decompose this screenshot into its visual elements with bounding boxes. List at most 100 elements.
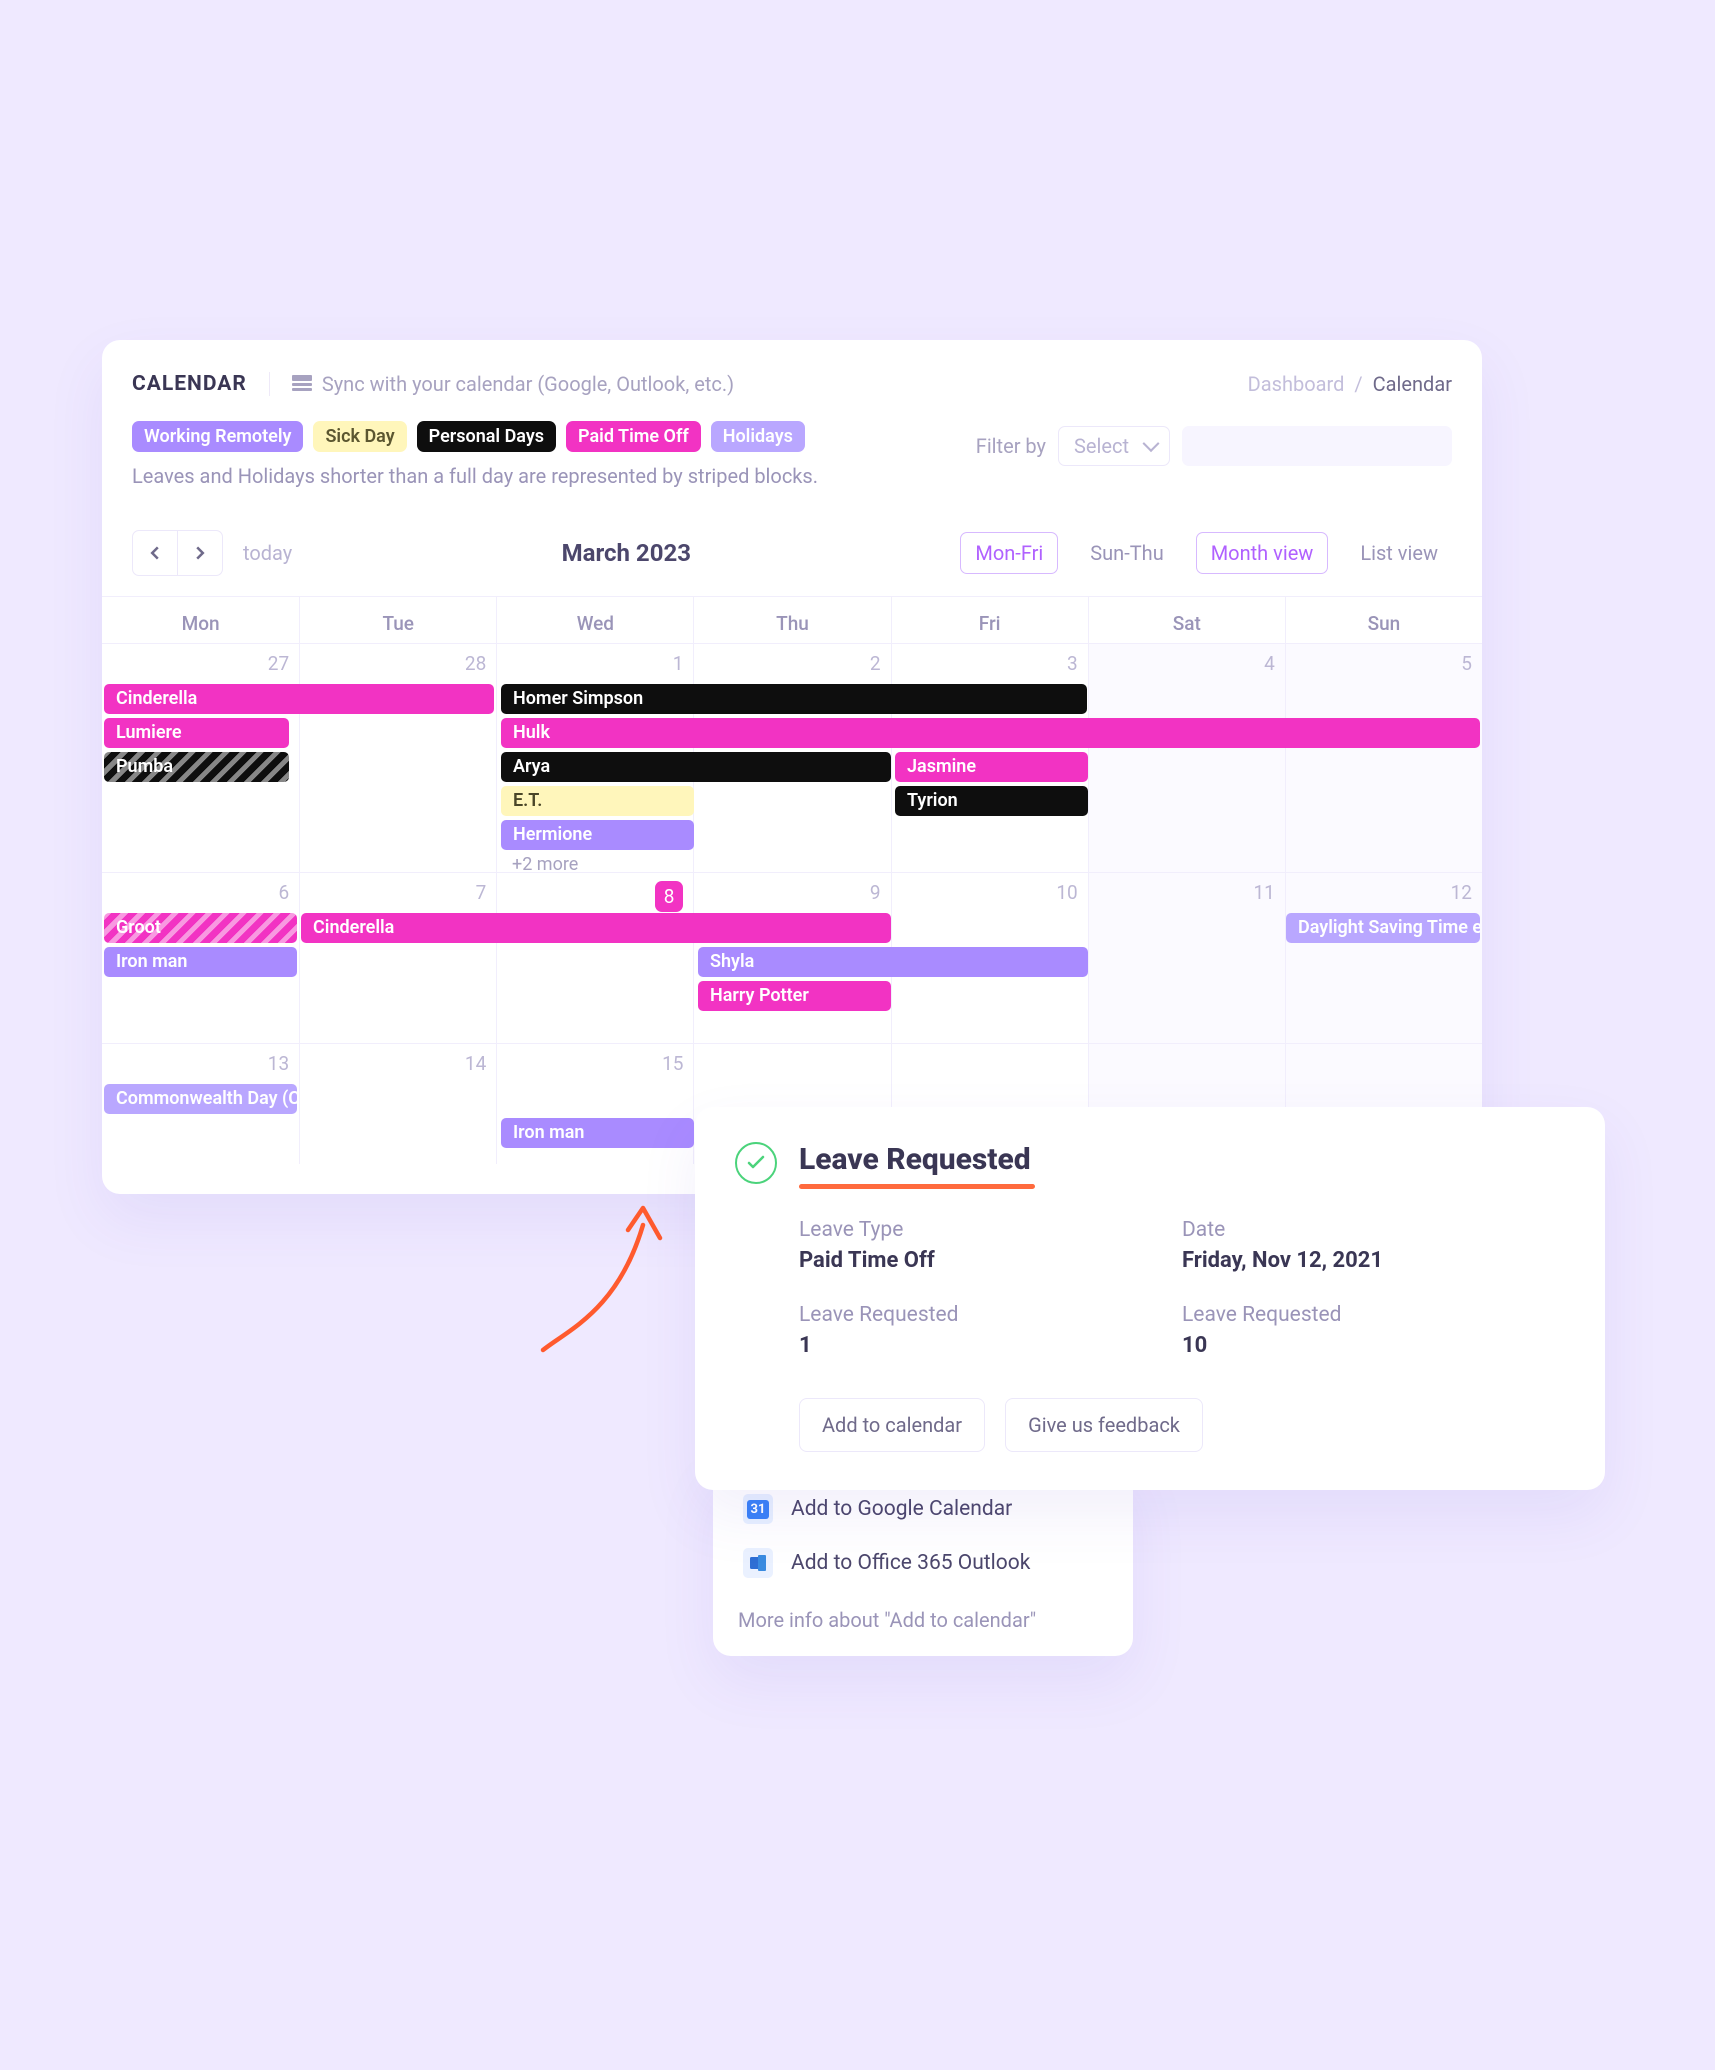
add-to-calendar-button[interactable]: Add to calendar: [799, 1398, 985, 1452]
sync-label: Sync with your calendar (Google, Outlook…: [322, 372, 734, 396]
month-nav: [132, 530, 223, 576]
week-row-1: 27 28 1 2 3 4 5 Cinderella Lumiere Pumba…: [102, 643, 1482, 872]
event-pumba[interactable]: Pumba: [104, 752, 289, 782]
leave-type-value: Paid Time Off: [799, 1248, 1182, 1273]
day-number: 4: [1264, 652, 1275, 675]
view-month[interactable]: Month view: [1196, 532, 1329, 574]
more-events-link[interactable]: +2 more: [512, 854, 578, 875]
event-homer[interactable]: Homer Simpson: [501, 684, 1087, 714]
event-tyrion[interactable]: Tyrion: [895, 786, 1088, 816]
event-dst[interactable]: Daylight Saving Time e: [1286, 913, 1480, 943]
filter-select[interactable]: Select: [1058, 426, 1170, 466]
add-outlook-label: Add to Office 365 Outlook: [791, 1551, 1030, 1575]
view-switch: Mon-Fri Sun-Thu Month view List view: [960, 532, 1452, 574]
filter-label: Filter by: [976, 434, 1046, 458]
chevron-right-icon: [193, 546, 207, 560]
day-number: 11: [1253, 881, 1274, 904]
day-number: 27: [268, 652, 289, 675]
day-number: 9: [870, 881, 881, 904]
calendar-icon: [292, 375, 312, 393]
view-mon-fri[interactable]: Mon-Fri: [960, 532, 1058, 574]
events-layer: Cinderella Lumiere Pumba Homer Simpson H…: [102, 684, 1482, 872]
event-harry[interactable]: Harry Potter: [698, 981, 891, 1011]
month-label: March 2023: [312, 539, 940, 567]
event-jasmine[interactable]: Jasmine: [895, 752, 1088, 782]
event-hulk[interactable]: Hulk: [501, 718, 1480, 748]
add-outlook-option[interactable]: Add to Office 365 Outlook: [738, 1536, 1108, 1590]
event-cinderella[interactable]: Cinderella: [104, 684, 494, 714]
chevron-left-icon: [148, 546, 162, 560]
today-button[interactable]: today: [243, 541, 292, 565]
breadcrumb: Dashboard / Calendar: [1248, 372, 1452, 396]
leave-date-value: Friday, Nov 12, 2021: [1182, 1248, 1565, 1273]
breadcrumb-root[interactable]: Dashboard: [1248, 372, 1345, 396]
event-groot[interactable]: Groot: [104, 913, 297, 943]
dow-sat: Sat: [1088, 597, 1285, 643]
leave-requested-label-1: Leave Requested: [799, 1303, 1182, 1327]
legend-holidays[interactable]: Holidays: [711, 421, 805, 452]
event-commonwealth[interactable]: Commonwealth Day (C: [104, 1084, 297, 1114]
sync-link[interactable]: Sync with your calendar (Google, Outlook…: [269, 372, 734, 396]
event-ironman[interactable]: Iron man: [104, 947, 297, 977]
legend-sick-day[interactable]: Sick Day: [313, 421, 406, 452]
event-hermione[interactable]: Hermione: [501, 820, 694, 850]
breadcrumb-current: Calendar: [1373, 372, 1452, 396]
event-lumiere[interactable]: Lumiere: [104, 718, 289, 748]
day-number: 14: [465, 1052, 486, 1075]
calendar-toolbar: today March 2023 Mon-Fri Sun-Thu Month v…: [102, 510, 1482, 596]
day-number: 1: [673, 652, 684, 675]
week-row-2: 6 7 8 9 10 11 12 Groot Iron man Cinderel…: [102, 872, 1482, 1043]
feedback-button[interactable]: Give us feedback: [1005, 1398, 1203, 1452]
legend-working-remotely[interactable]: Working Remotely: [132, 421, 303, 452]
leave-requested-value-1: 1: [799, 1333, 1182, 1358]
next-month-button[interactable]: [177, 530, 223, 576]
leave-requested-value-2: 10: [1182, 1333, 1565, 1358]
arrow-annotation-icon: [528, 1190, 678, 1365]
event-ironman2[interactable]: Iron man: [501, 1118, 694, 1148]
day-number: 13: [268, 1052, 289, 1075]
view-sun-thu[interactable]: Sun-Thu: [1076, 533, 1177, 573]
google-calendar-icon: 31: [743, 1494, 773, 1524]
filter-input[interactable]: [1182, 426, 1452, 466]
more-info-link[interactable]: More info about "Add to calendar": [738, 1608, 1108, 1632]
day-number: 28: [465, 652, 486, 675]
breadcrumb-sep: /: [1354, 372, 1362, 396]
calendar-title: CALENDAR: [132, 372, 247, 396]
day-number: 7: [476, 881, 487, 904]
check-circle-icon: [735, 1142, 777, 1184]
leave-title: Leave Requested: [799, 1142, 1031, 1177]
leave-type-label: Leave Type: [799, 1218, 1182, 1242]
events-layer: Groot Iron man Cinderella Shyla Harry Po…: [102, 913, 1482, 1043]
filter-area: Filter by Select: [976, 426, 1452, 466]
event-shyla[interactable]: Shyla: [698, 947, 1088, 977]
legend-personal-days[interactable]: Personal Days: [417, 421, 556, 452]
day-number: 6: [278, 881, 289, 904]
day-number: 3: [1067, 652, 1078, 675]
day-number: 12: [1451, 881, 1472, 904]
day-number: 2: [870, 652, 881, 675]
legend-paid-time-off[interactable]: Paid Time Off: [566, 421, 701, 452]
dow-wed: Wed: [496, 597, 693, 643]
day-number: 10: [1056, 881, 1077, 904]
leave-requested-popover: Leave Requested Leave Type Paid Time Off…: [695, 1107, 1605, 1490]
dow-mon: Mon: [102, 597, 299, 643]
add-google-label: Add to Google Calendar: [791, 1497, 1012, 1521]
calendar-grid: Mon Tue Wed Thu Fri Sat Sun 27 28 1 2 3 …: [102, 596, 1482, 1164]
day-number: 5: [1461, 652, 1472, 675]
prev-month-button[interactable]: [132, 530, 178, 576]
calendar-header: CALENDAR Sync with your calendar (Google…: [102, 372, 1482, 396]
day-number: 8: [655, 881, 684, 912]
view-list[interactable]: List view: [1346, 533, 1452, 573]
day-number: 15: [662, 1052, 683, 1075]
add-google-option[interactable]: 31 Add to Google Calendar: [738, 1482, 1108, 1536]
event-et[interactable]: E.T.: [501, 786, 694, 816]
dow-fri: Fri: [891, 597, 1088, 643]
event-arya[interactable]: Arya: [501, 752, 891, 782]
event-cinderella2[interactable]: Cinderella: [301, 913, 891, 943]
dow-thu: Thu: [693, 597, 890, 643]
leave-requested-label-2: Leave Requested: [1182, 1303, 1565, 1327]
dow-sun: Sun: [1285, 597, 1482, 643]
outlook-icon: [743, 1548, 773, 1578]
dow-tue: Tue: [299, 597, 496, 643]
calendar-card: CALENDAR Sync with your calendar (Google…: [102, 340, 1482, 1194]
